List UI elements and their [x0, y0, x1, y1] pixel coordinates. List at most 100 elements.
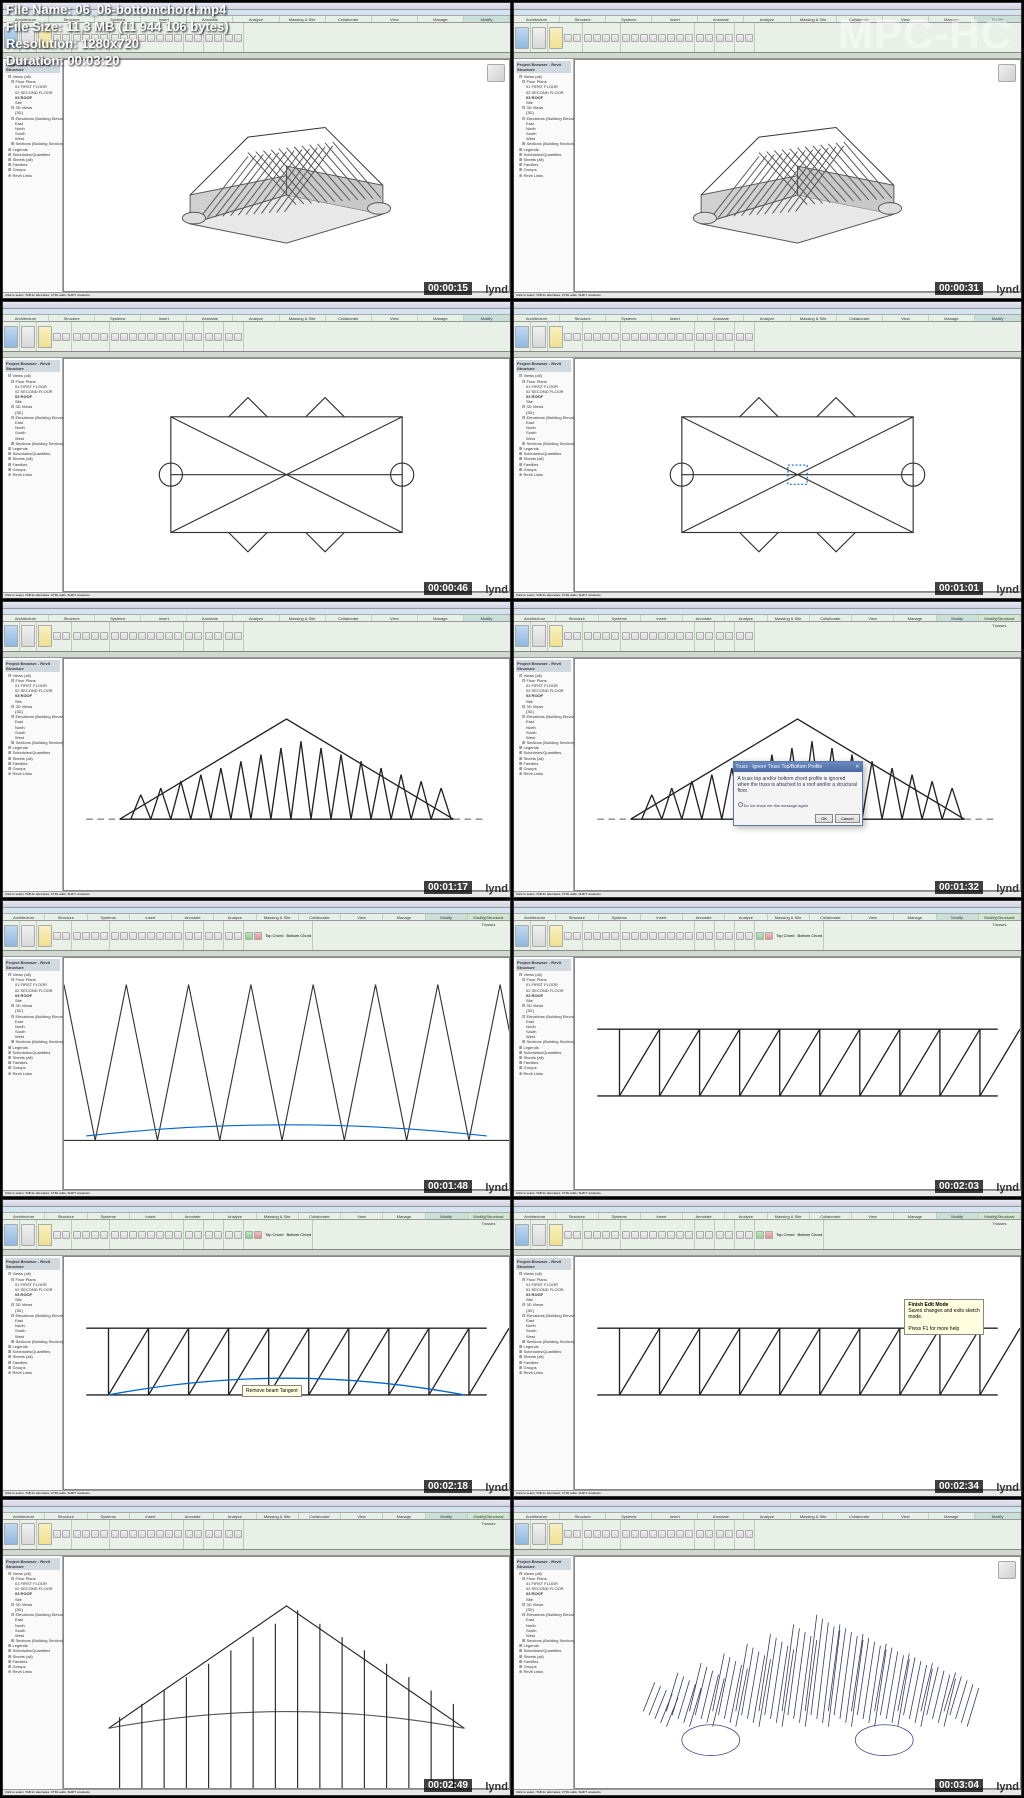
- finish-icon[interactable]: [756, 1231, 764, 1239]
- ribbon-tab[interactable]: Systems: [606, 315, 652, 321]
- contextual-tab[interactable]: Modify|Structural Trusses: [979, 914, 1021, 920]
- ribbon-tab[interactable]: View: [341, 914, 383, 920]
- ribbon-tab[interactable]: Collaborate: [326, 16, 372, 22]
- tree-node[interactable]: ⊞ Sections (Building Section): [5, 1039, 60, 1044]
- project-browser[interactable]: Project Browser - Revit Structure ⊟ View…: [3, 957, 63, 1190]
- tree-node[interactable]: ⊕ Revit Links: [516, 472, 571, 477]
- ribbon-tab[interactable]: Structure: [45, 914, 87, 920]
- bottom-chord-label[interactable]: Bottom Chord: [795, 1232, 822, 1237]
- ribbon-tab[interactable]: Systems: [95, 615, 141, 621]
- ribbon-tab[interactable]: Systems: [606, 1513, 652, 1519]
- ribbon-tab[interactable]: Collaborate: [326, 315, 372, 321]
- ribbon-tab[interactable]: Collaborate: [299, 1213, 341, 1219]
- ribbon-tab[interactable]: Analyze: [233, 615, 279, 621]
- ribbon-tab[interactable]: Insert: [130, 1513, 172, 1519]
- ribbon-tab[interactable]: Collaborate: [810, 1213, 852, 1219]
- ribbon-tab[interactable]: Insert: [141, 615, 187, 621]
- tree-node[interactable]: ⊟ Elevations (Building Elevation): [5, 116, 60, 121]
- ribbon-tab[interactable]: Modify: [464, 615, 510, 621]
- ribbon-tab[interactable]: Collaborate: [810, 615, 852, 621]
- drawing-canvas[interactable]: [574, 957, 1021, 1190]
- tree-node[interactable]: ⊟ Elevations (Building Elevation): [5, 1313, 60, 1318]
- ribbon-tab[interactable]: Modify: [464, 16, 510, 22]
- ribbon-tab[interactable]: Manage: [929, 315, 975, 321]
- thumbnail-12[interactable]: ArchitectureStructureSystemsInsertAnnota…: [513, 1499, 1022, 1796]
- ribbon-tab[interactable]: Massing & Site: [791, 16, 837, 22]
- ribbon-tab[interactable]: Collaborate: [837, 315, 883, 321]
- ribbon-tab[interactable]: Manage: [383, 1513, 425, 1519]
- tree-node[interactable]: ⊟ Elevations (Building Elevation): [5, 1014, 60, 1019]
- ribbon-tab[interactable]: Structure: [45, 1213, 87, 1219]
- tree-node[interactable]: ⊟ Elevations (Building Elevation): [516, 714, 571, 719]
- ribbon-tab[interactable]: Architecture: [3, 1513, 45, 1519]
- thumbnail-5[interactable]: ArchitectureStructureSystemsInsertAnnota…: [2, 601, 511, 898]
- ribbon-tab[interactable]: Analyze: [725, 1213, 767, 1219]
- ribbon-tab[interactable]: Annotate: [683, 914, 725, 920]
- ribbon-tab[interactable]: Massing & Site: [791, 1513, 837, 1519]
- ribbon-tab[interactable]: Insert: [641, 615, 683, 621]
- ribbon-tab[interactable]: Systems: [88, 1213, 130, 1219]
- ribbon-tab[interactable]: Modify: [937, 1213, 979, 1219]
- ribbon-tab[interactable]: Structure: [556, 914, 598, 920]
- project-browser[interactable]: Project Browser - Revit Structure ⊟ View…: [514, 1256, 574, 1489]
- project-browser[interactable]: Project Browser - Revit Structure ⊟ View…: [3, 1556, 63, 1789]
- project-browser[interactable]: Project Browser - Revit Structure ⊟ View…: [3, 59, 63, 292]
- ribbon-tab[interactable]: Architecture: [514, 1513, 560, 1519]
- ribbon-tab[interactable]: Analyze: [214, 1513, 256, 1519]
- ribbon-tab[interactable]: Manage: [383, 914, 425, 920]
- bottom-chord-label[interactable]: Bottom Chord: [284, 933, 311, 938]
- ribbon-tab[interactable]: Insert: [141, 315, 187, 321]
- ribbon-tab[interactable]: Manage: [894, 914, 936, 920]
- top-chord-label[interactable]: Top Chord: [774, 933, 794, 938]
- viewcube[interactable]: [998, 64, 1016, 82]
- ribbon-tab[interactable]: View: [372, 16, 418, 22]
- tree-node[interactable]: ⊟ Elevations (Building Elevation): [516, 1313, 571, 1318]
- ribbon-tab[interactable]: Manage: [418, 16, 464, 22]
- ribbon-tab[interactable]: Analyze: [744, 1513, 790, 1519]
- project-browser[interactable]: Project Browser - Revit Structure ⊟ View…: [514, 658, 574, 891]
- ok-button[interactable]: OK: [815, 814, 833, 823]
- tree-node[interactable]: ⊟ Elevations (Building Elevation): [5, 714, 60, 719]
- ribbon-tab[interactable]: Insert: [641, 914, 683, 920]
- tree-node[interactable]: ⊕ Revit Links: [5, 771, 60, 776]
- ribbon-tab[interactable]: Annotate: [172, 1213, 214, 1219]
- ribbon-tab[interactable]: Structure: [556, 615, 598, 621]
- project-browser[interactable]: Project Browser - Revit Structure ⊟ View…: [514, 957, 574, 1190]
- ribbon-tab[interactable]: View: [372, 315, 418, 321]
- ribbon-tab[interactable]: Massing & Site: [257, 914, 299, 920]
- bottom-chord-label[interactable]: Bottom Chord: [795, 933, 822, 938]
- ribbon-tab[interactable]: Massing & Site: [257, 1513, 299, 1519]
- top-chord-label[interactable]: Top Chord: [263, 1232, 283, 1237]
- tree-node[interactable]: ⊟ Elevations (Building Elevation): [516, 116, 571, 121]
- ribbon-tab[interactable]: Manage: [418, 615, 464, 621]
- ribbon-tab[interactable]: Collaborate: [299, 914, 341, 920]
- contextual-tab[interactable]: Modify|Structural Trusses: [979, 615, 1021, 621]
- ribbon-tab[interactable]: Modify: [975, 315, 1021, 321]
- finish-icon[interactable]: [245, 1231, 253, 1239]
- ribbon-tab[interactable]: Insert: [130, 1213, 172, 1219]
- thumbnail-9[interactable]: ArchitectureStructureSystemsInsertAnnota…: [2, 1199, 511, 1496]
- ribbon-tab[interactable]: Annotate: [698, 1513, 744, 1519]
- ribbon-tab[interactable]: Analyze: [725, 914, 767, 920]
- tree-node[interactable]: ⊕ Revit Links: [516, 771, 571, 776]
- ribbon-tab[interactable]: Modify: [464, 315, 510, 321]
- ribbon-tab[interactable]: Architecture: [3, 615, 49, 621]
- ribbon-tab[interactable]: Annotate: [187, 615, 233, 621]
- tree-node[interactable]: ⊞ Sections (Building Section): [516, 1039, 571, 1044]
- ribbon-tab[interactable]: Annotate: [187, 315, 233, 321]
- thumbnail-6[interactable]: ArchitectureStructureSystemsInsertAnnota…: [513, 601, 1022, 898]
- thumbnail-11[interactable]: ArchitectureStructureSystemsInsertAnnota…: [2, 1499, 511, 1796]
- ribbon-tab[interactable]: Annotate: [172, 914, 214, 920]
- ribbon-tab[interactable]: Architecture: [514, 16, 560, 22]
- drawing-canvas[interactable]: [574, 358, 1021, 591]
- thumbnail-3[interactable]: ArchitectureStructureSystemsInsertAnnota…: [2, 301, 511, 598]
- cancel-button[interactable]: Cancel: [835, 814, 859, 823]
- ribbon-tab[interactable]: Collaborate: [326, 615, 372, 621]
- ribbon-tab[interactable]: Insert: [652, 1513, 698, 1519]
- ribbon-tab[interactable]: Massing & Site: [280, 315, 326, 321]
- drawing-canvas[interactable]: Remove beam Tangent: [63, 1256, 510, 1489]
- drawing-canvas[interactable]: [574, 59, 1021, 292]
- ribbon-tab[interactable]: Massing & Site: [791, 315, 837, 321]
- ribbon-tab[interactable]: Architecture: [514, 914, 556, 920]
- tree-node[interactable]: ⊟ Elevations (Building Elevation): [5, 415, 60, 420]
